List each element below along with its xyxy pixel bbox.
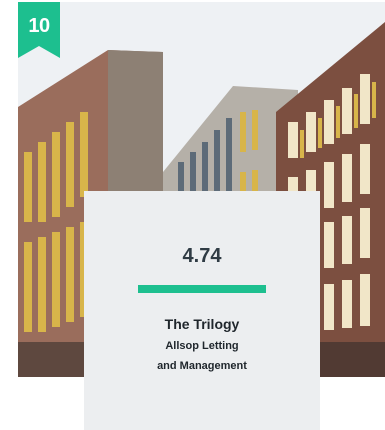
operator-name: Allsop Letting and Management xyxy=(84,336,320,376)
score-bar xyxy=(138,285,266,293)
rank-badge: 10 xyxy=(18,2,60,58)
operator-line-2: and Management xyxy=(157,360,247,372)
info-panel: 4.74 The Trilogy Allsop Letting and Mana… xyxy=(84,191,320,430)
property-name[interactable]: The Trilogy xyxy=(84,315,320,333)
listing-card[interactable]: 10 4.74 The Trilogy Allsop Letting and M… xyxy=(0,0,385,430)
operator-line-1: Allsop Letting xyxy=(165,340,239,352)
rank-number: 10 xyxy=(28,15,50,37)
rating-score: 4.74 xyxy=(182,245,222,267)
